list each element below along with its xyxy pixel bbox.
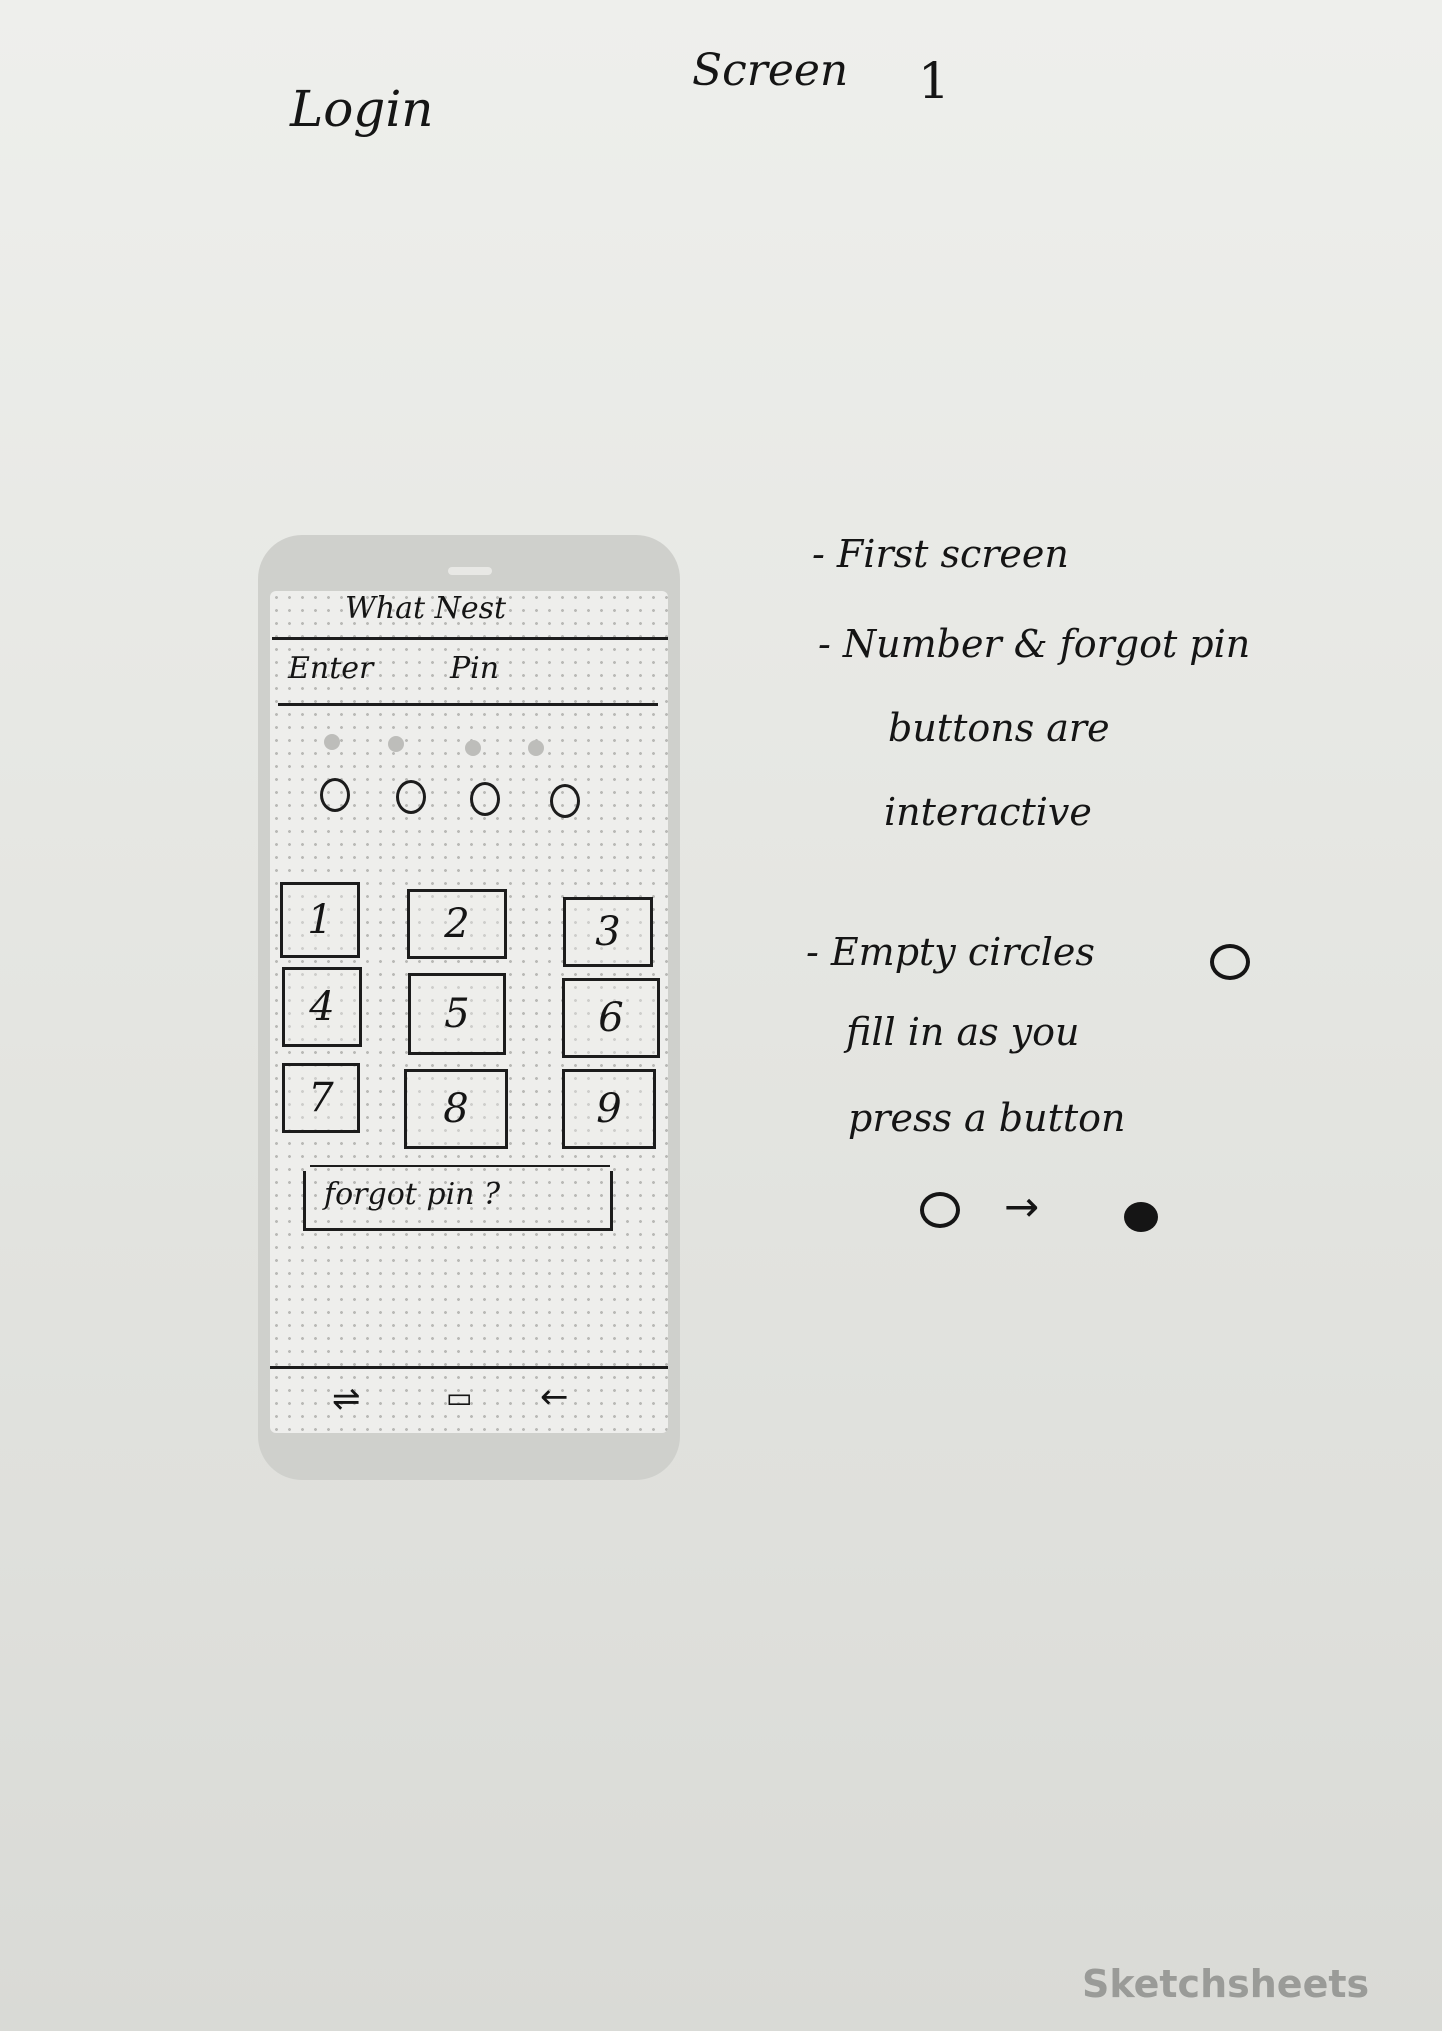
note-buttons-3: interactive bbox=[884, 790, 1092, 834]
pin-dot-sketch bbox=[465, 740, 481, 756]
header-divider bbox=[272, 637, 668, 640]
empty-circle-icon bbox=[1210, 944, 1250, 980]
note-circles-3: press a button bbox=[848, 1096, 1126, 1140]
pin-circle-empty bbox=[320, 778, 350, 812]
key-6[interactable]: 6 bbox=[562, 978, 660, 1058]
pin-label: Pin bbox=[450, 651, 500, 686]
arrow-right-icon: → bbox=[1004, 1182, 1040, 1231]
note-buttons-1: - Number & forgot pin bbox=[818, 622, 1251, 666]
forgot-top-line bbox=[310, 1165, 610, 1167]
phone-screen: What Nest Enter Pin 1 2 3 4 5 6 7 8 9 fo… bbox=[270, 591, 668, 1433]
pin-dot-sketch bbox=[388, 736, 404, 752]
sketch-paper bbox=[0, 0, 1442, 2031]
pin-circle-empty bbox=[550, 784, 580, 818]
key-8[interactable]: 8 bbox=[404, 1069, 508, 1149]
key-1[interactable]: 1 bbox=[280, 882, 360, 958]
back-icon[interactable]: ← bbox=[540, 1377, 569, 1417]
filled-circle-icon bbox=[1124, 1202, 1158, 1232]
enter-label: Enter bbox=[288, 651, 374, 686]
key-7[interactable]: 7 bbox=[282, 1063, 360, 1133]
note-circles-1: - Empty circles bbox=[806, 930, 1095, 974]
note-first-screen: - First screen bbox=[812, 532, 1069, 576]
brand-logo: Sketchsheets bbox=[1082, 1962, 1370, 2006]
forgot-pin-button[interactable]: forgot pin ? bbox=[303, 1171, 613, 1231]
screen-number: 1 bbox=[918, 52, 950, 110]
key-2[interactable]: 2 bbox=[407, 889, 507, 959]
speaker-icon bbox=[448, 567, 492, 575]
screen-label: Screen bbox=[692, 45, 849, 96]
note-circles-2: fill in as you bbox=[846, 1010, 1080, 1054]
recent-apps-icon[interactable]: ⇌ bbox=[332, 1379, 361, 1419]
key-3[interactable]: 3 bbox=[563, 897, 653, 967]
page-title: Login bbox=[290, 80, 434, 138]
key-5[interactable]: 5 bbox=[408, 973, 506, 1055]
key-9[interactable]: 9 bbox=[562, 1069, 656, 1149]
phone-frame: What Nest Enter Pin 1 2 3 4 5 6 7 8 9 fo… bbox=[258, 535, 680, 1480]
label-divider bbox=[278, 703, 658, 706]
pin-dot-sketch bbox=[324, 734, 340, 750]
pin-circle-empty bbox=[470, 782, 500, 816]
home-icon[interactable]: ▭ bbox=[446, 1381, 472, 1414]
pin-dot-sketch bbox=[528, 740, 544, 756]
note-buttons-2: buttons are bbox=[888, 706, 1110, 750]
pin-circle-empty bbox=[396, 780, 426, 814]
nav-divider bbox=[270, 1366, 668, 1369]
key-4[interactable]: 4 bbox=[282, 967, 362, 1047]
app-title: What Nest bbox=[345, 591, 507, 626]
empty-circle-icon bbox=[920, 1192, 960, 1228]
